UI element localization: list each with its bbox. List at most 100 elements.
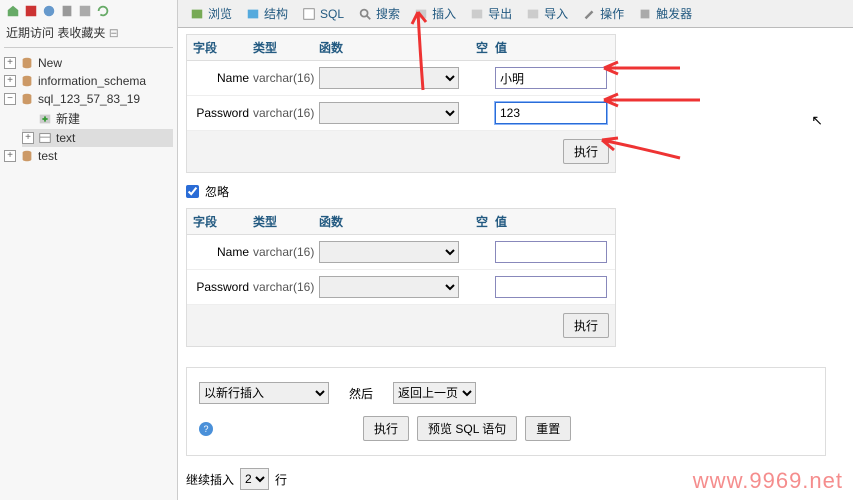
tab-label: 插入: [432, 5, 456, 22]
row-count-select[interactable]: 2: [240, 468, 269, 490]
insert-form-2: 字段 类型 函数 空 值 Name varchar(16) Password v…: [186, 208, 616, 347]
db-icon: [20, 56, 34, 70]
browse-icon: [190, 7, 204, 21]
continue-insert-row: 继续插入 2 行: [186, 468, 845, 490]
sql-icon: [302, 7, 316, 21]
function-select[interactable]: [319, 102, 459, 124]
collapse-icon[interactable]: ⊟: [109, 26, 119, 40]
db-icon: [20, 149, 34, 163]
tab-insert[interactable]: 插入: [408, 2, 462, 25]
ignore-row: 忽略: [186, 183, 845, 200]
tree-node-new[interactable]: + New: [4, 54, 173, 72]
tree-label: test: [38, 149, 57, 163]
then-label: 然后: [349, 385, 373, 402]
hdr-null: 空: [469, 39, 495, 56]
hdr-value: 值: [495, 39, 609, 56]
tree-node-new-table[interactable]: 新建: [22, 108, 173, 129]
expand-icon[interactable]: +: [22, 132, 34, 144]
field-label: Password: [193, 106, 253, 120]
tab-sql[interactable]: SQL: [296, 4, 350, 24]
bottom-panel: 以新行插入 然后 返回上一页 ? 执行 预览 SQL 语句 重置: [186, 367, 826, 456]
form-row-name: Name varchar(16): [187, 61, 615, 96]
help-icon[interactable]: ?: [199, 422, 213, 436]
expand-icon[interactable]: +: [4, 57, 16, 69]
value-input-name[interactable]: [495, 67, 607, 89]
tab-label: 导出: [488, 5, 512, 22]
reset-button[interactable]: 重置: [525, 416, 571, 441]
main-panel: 浏览 结构 SQL 搜索 插入 导出 导入 操作 触发器 字段 类型 函数 空 …: [178, 0, 853, 500]
tab-label: 结构: [264, 5, 288, 22]
favorites-label[interactable]: 表收藏夹: [57, 26, 105, 40]
cursor-icon: ↖: [811, 112, 823, 129]
function-select[interactable]: [319, 241, 459, 263]
tab-operations[interactable]: 操作: [576, 2, 630, 25]
tab-import[interactable]: 导入: [520, 2, 574, 25]
expand-icon[interactable]: +: [4, 75, 16, 87]
continue-label: 继续插入: [186, 471, 234, 488]
tree-label: New: [38, 56, 62, 70]
form-header: 字段 类型 函数 空 值: [187, 209, 615, 235]
tree-node-infoschema[interactable]: + information_schema: [4, 72, 173, 90]
recent-label[interactable]: 近期访问: [6, 26, 54, 40]
form-row-password: Password varchar(16): [187, 96, 615, 131]
field-label: Password: [193, 280, 253, 294]
tab-structure[interactable]: 结构: [240, 2, 294, 25]
then-select[interactable]: 返回上一页: [393, 382, 476, 404]
tab-label: SQL: [320, 7, 344, 21]
db-icon: [20, 92, 34, 106]
tree-label: information_schema: [38, 74, 146, 88]
hdr-field: 字段: [193, 39, 253, 56]
tree-node-sql123[interactable]: − sql_123_57_83_19: [4, 90, 173, 108]
form-header: 字段 类型 函数 空 值: [187, 35, 615, 61]
tree-node-test[interactable]: + test: [4, 147, 173, 165]
sidebar: 近期访问 表收藏夹 ⊟ + New + information_schema −…: [0, 0, 178, 500]
ignore-checkbox[interactable]: [186, 185, 199, 198]
nav-icon[interactable]: [78, 4, 92, 18]
tab-search[interactable]: 搜索: [352, 2, 406, 25]
query-icon[interactable]: [42, 4, 56, 18]
preview-sql-button[interactable]: 预览 SQL 语句: [417, 416, 517, 441]
docs-icon[interactable]: [60, 4, 74, 18]
tree-node-text[interactable]: + text: [22, 129, 173, 147]
db-tree: + New + information_schema − sql_123_57_…: [4, 54, 173, 165]
execute-button[interactable]: 执行: [363, 416, 409, 441]
recent-row: 近期访问 表收藏夹 ⊟: [6, 24, 171, 41]
ignore-label: 忽略: [205, 183, 229, 200]
ops-icon: [582, 7, 596, 21]
field-label: Name: [193, 71, 253, 85]
tab-label: 浏览: [208, 5, 232, 22]
rows-label: 行: [275, 471, 287, 488]
collapse-icon[interactable]: −: [4, 93, 16, 105]
tab-triggers[interactable]: 触发器: [632, 2, 698, 25]
function-select[interactable]: [319, 276, 459, 298]
reload-icon[interactable]: [96, 4, 110, 18]
insert-icon: [414, 7, 428, 21]
field-type: varchar(16): [253, 71, 319, 85]
execute-button[interactable]: 执行: [563, 139, 609, 164]
tab-browse[interactable]: 浏览: [184, 2, 238, 25]
tree-label: 新建: [56, 110, 80, 127]
value-input-password[interactable]: [495, 102, 607, 124]
field-type: varchar(16): [253, 280, 319, 294]
sidebar-top-icons: [4, 2, 173, 20]
tab-label: 搜索: [376, 5, 400, 22]
top-toolbar: 浏览 结构 SQL 搜索 插入 导出 导入 操作 触发器: [178, 0, 853, 28]
execute-button[interactable]: 执行: [563, 313, 609, 338]
insert-mode-select[interactable]: 以新行插入: [199, 382, 329, 404]
export-icon: [470, 7, 484, 21]
home-icon[interactable]: [6, 4, 20, 18]
logout-icon[interactable]: [24, 4, 38, 18]
new-icon: [38, 112, 52, 126]
tree-label: sql_123_57_83_19: [38, 92, 140, 106]
function-select[interactable]: [319, 67, 459, 89]
value-input-name[interactable]: [495, 241, 607, 263]
hdr-func: 函数: [319, 213, 469, 230]
expand-icon[interactable]: +: [4, 150, 16, 162]
insert-form-1: 字段 类型 函数 空 值 Name varchar(16) Password v…: [186, 34, 616, 173]
field-label: Name: [193, 245, 253, 259]
import-icon: [526, 7, 540, 21]
value-input-password[interactable]: [495, 276, 607, 298]
table-icon: [38, 131, 52, 145]
form-row-name: Name varchar(16): [187, 235, 615, 270]
tab-export[interactable]: 导出: [464, 2, 518, 25]
